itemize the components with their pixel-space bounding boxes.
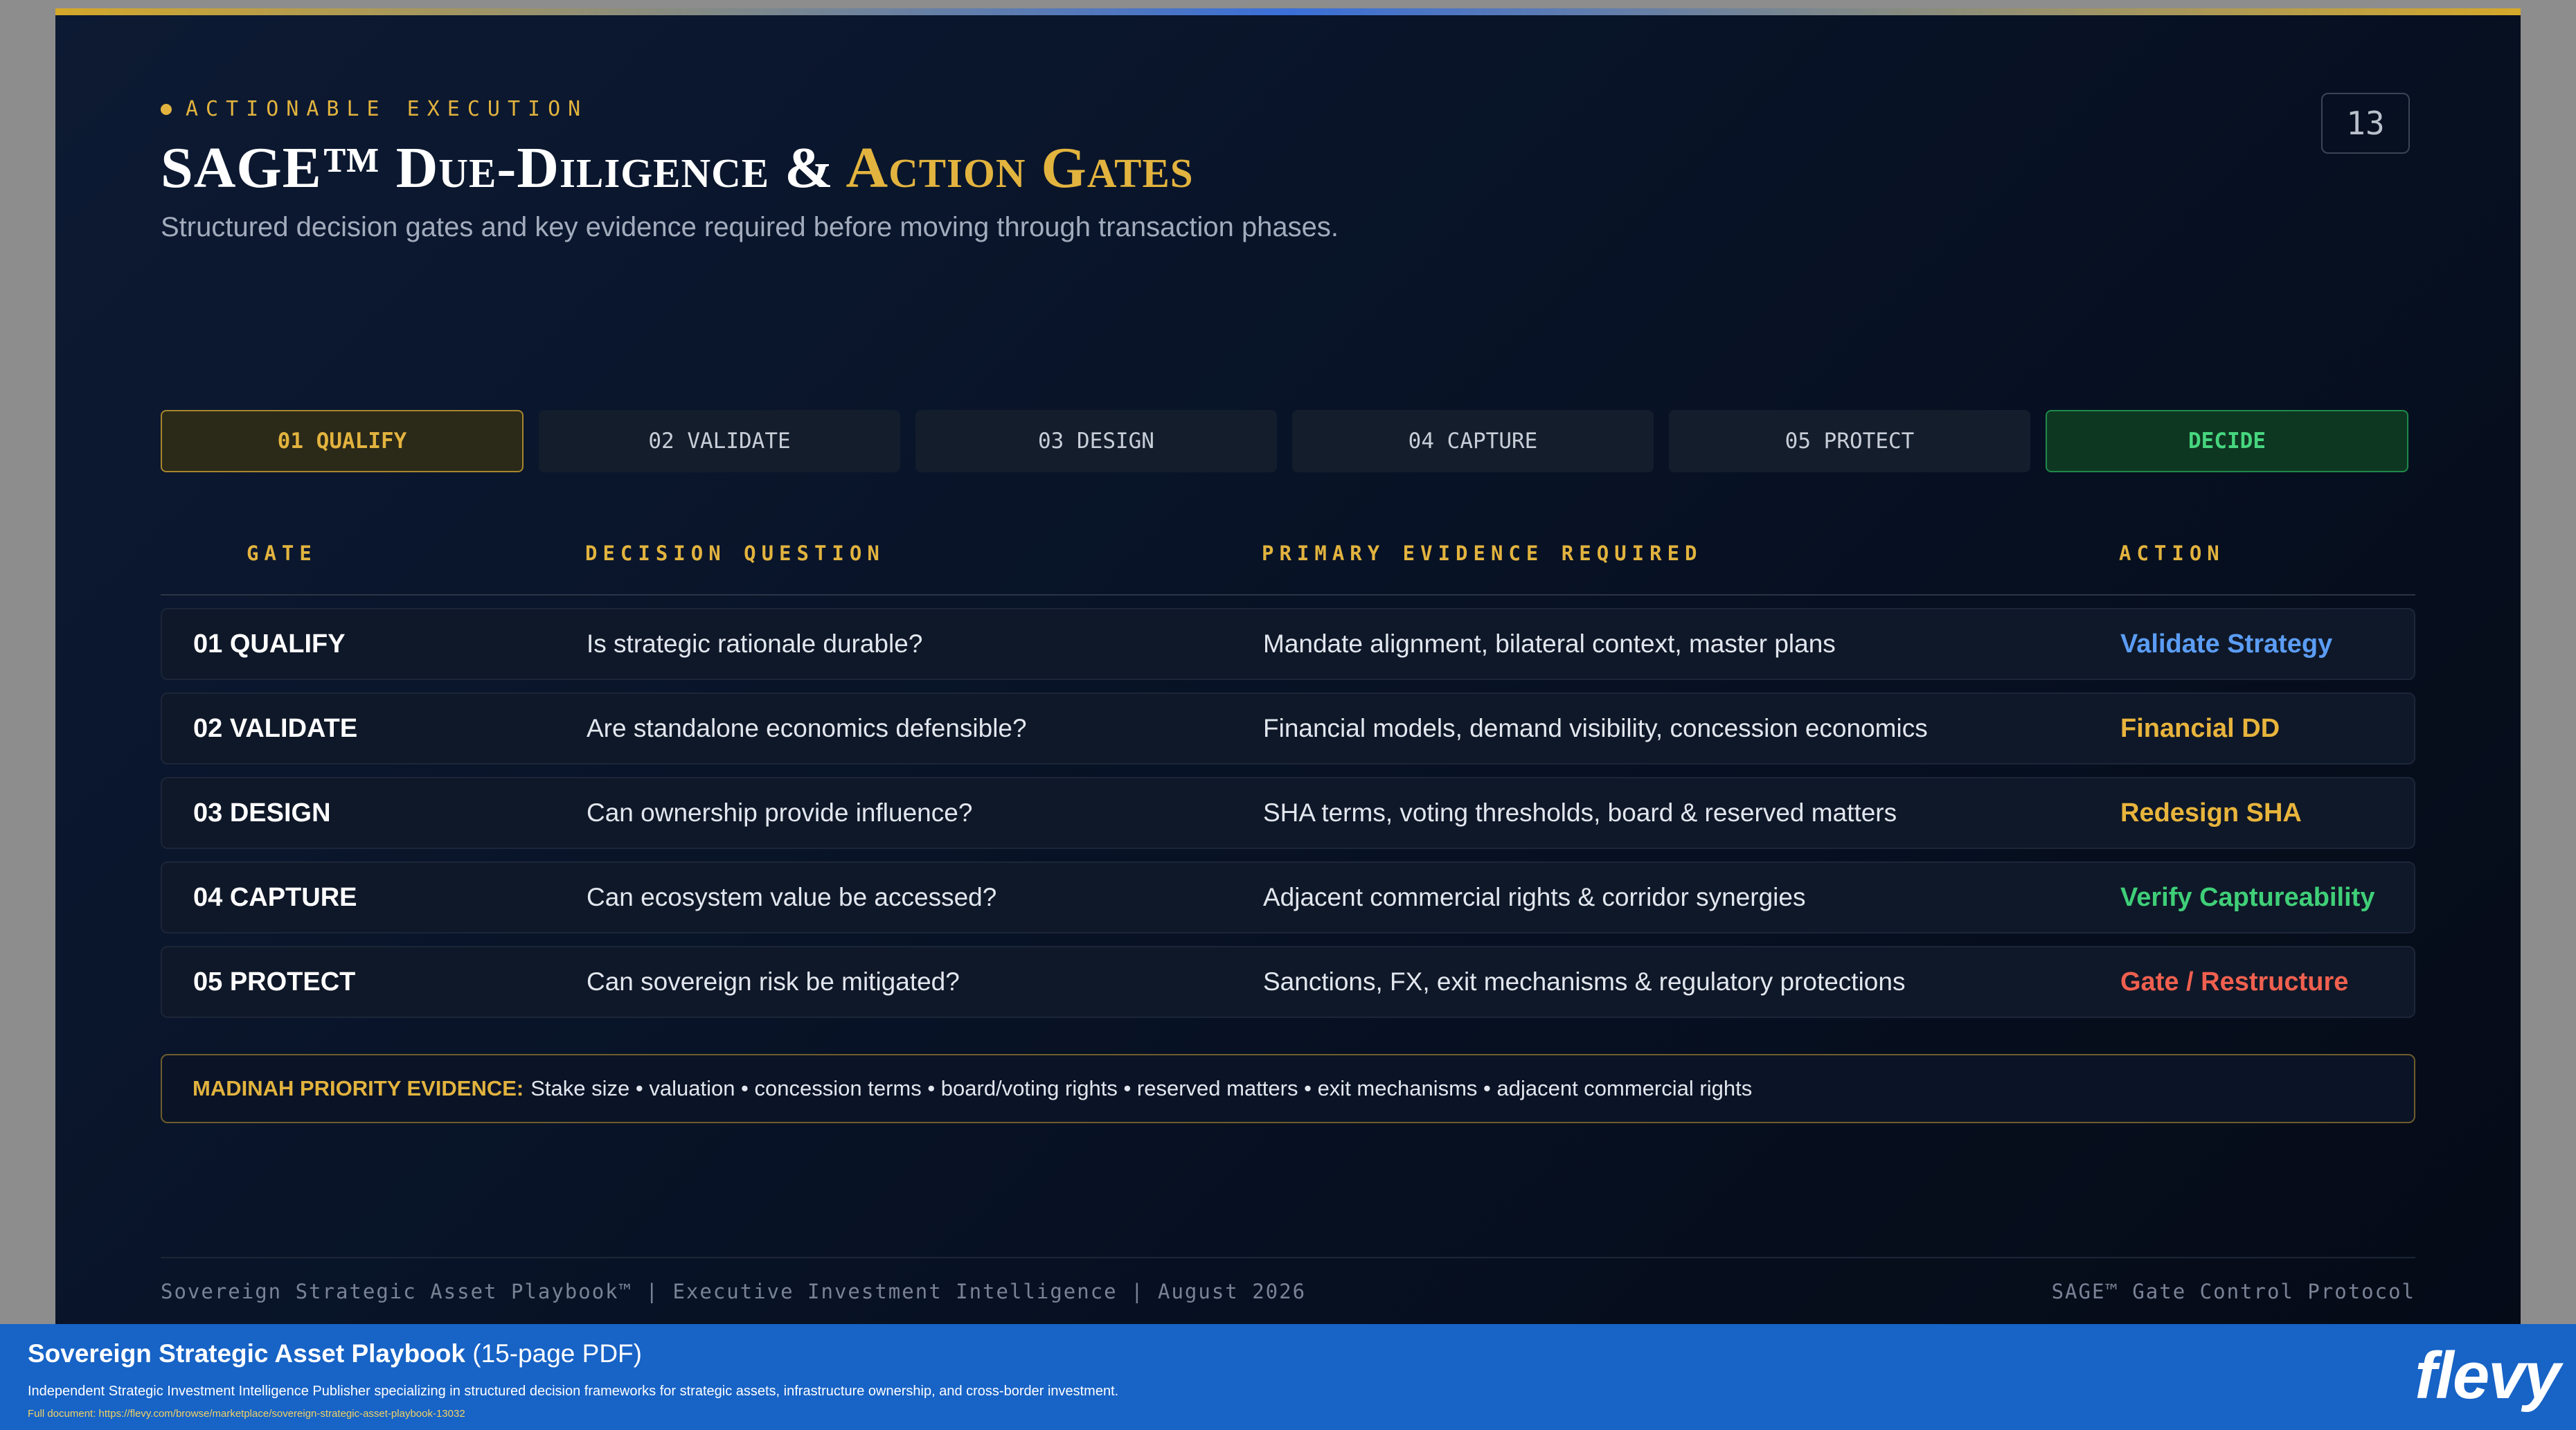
phase-tabs: 01 QUALIFY 02 VALIDATE 03 DESIGN 04 CAPT…: [161, 410, 2408, 472]
tab-protect[interactable]: 05 PROTECT: [1669, 410, 2030, 472]
flevy-logo[interactable]: flevy: [2415, 1338, 2561, 1414]
question-cell: Can sovereign risk be mitigated?: [587, 967, 960, 996]
page-number-badge: 13: [2321, 93, 2410, 154]
gate-cell: 05 PROTECT: [193, 967, 356, 996]
evidence-cell: Mandate alignment, bilateral context, ma…: [1263, 629, 1836, 658]
slide-subtitle: Structured decision gates and key eviden…: [161, 212, 1339, 242]
header-gate: GATE: [247, 542, 317, 565]
action-link[interactable]: Financial DD: [2120, 694, 2280, 763]
tab-design[interactable]: 03 DESIGN: [915, 410, 1277, 472]
banner-title-main: Sovereign Strategic Asset Playbook: [28, 1339, 465, 1368]
header-primary-evidence: PRIMARY EVIDENCE REQUIRED: [1262, 542, 1703, 565]
question-cell: Can ecosystem value be accessed?: [587, 883, 997, 911]
table-header: GATE DECISION QUESTION PRIMARY EVIDENCE …: [161, 542, 2415, 596]
eyebrow-label: ACTIONABLE EXECUTION: [186, 97, 589, 121]
slide: ACTIONABLE EXECUTION SAGE™ Due-Diligence…: [55, 8, 2521, 1324]
table-row: 03 DESIGN Can ownership provide influenc…: [161, 777, 2415, 849]
banner-link[interactable]: Full document: https://flevy.com/browse/…: [28, 1408, 465, 1420]
priority-evidence-text: Stake size • valuation • concession term…: [530, 1076, 1753, 1100]
header-decision-question: DECISION QUESTION: [585, 542, 885, 565]
slide-title: SAGE™ Due-Diligence & Action Gates: [161, 134, 1194, 202]
document-banner: Sovereign Strategic Asset Playbook (15-p…: [0, 1324, 2576, 1430]
tab-qualify[interactable]: 01 QUALIFY: [161, 410, 524, 472]
title-accent: Action Gates: [846, 136, 1194, 200]
banner-title-suffix: (15-page PDF): [465, 1339, 642, 1368]
bullet-dot-icon: [161, 103, 172, 115]
tab-validate[interactable]: 02 VALIDATE: [539, 410, 900, 472]
gate-table: 01 QUALIFY Is strategic rationale durabl…: [161, 608, 2415, 1030]
priority-evidence-box: MADINAH PRIORITY EVIDENCE: Stake size • …: [161, 1054, 2415, 1123]
question-cell: Can ownership provide influence?: [587, 798, 973, 827]
footer-divider: [161, 1257, 2415, 1258]
question-cell: Is strategic rationale durable?: [587, 629, 923, 658]
title-main: SAGE™ Due-Diligence &: [161, 136, 846, 200]
table-row: 05 PROTECT Can sovereign risk be mitigat…: [161, 946, 2415, 1018]
action-link[interactable]: Gate / Restructure: [2120, 947, 2348, 1017]
tab-decide[interactable]: DECIDE: [2046, 410, 2408, 472]
gate-cell: 01 QUALIFY: [193, 629, 346, 659]
footer-right-text: SAGE™ Gate Control Protocol: [2051, 1280, 2415, 1303]
tab-capture[interactable]: 04 CAPTURE: [1292, 410, 1654, 472]
evidence-cell: SHA terms, voting thresholds, board & re…: [1263, 798, 1897, 827]
action-link[interactable]: Validate Strategy: [2120, 609, 2332, 679]
table-row: 02 VALIDATE Are standalone economics def…: [161, 692, 2415, 765]
table-row: 01 QUALIFY Is strategic rationale durabl…: [161, 608, 2415, 680]
action-link[interactable]: Verify Captureability: [2120, 863, 2374, 932]
evidence-cell: Financial models, demand visibility, con…: [1263, 714, 1928, 742]
priority-evidence-label: MADINAH PRIORITY EVIDENCE:: [193, 1076, 524, 1100]
header-action: ACTION: [2119, 542, 2225, 565]
eyebrow: ACTIONABLE EXECUTION: [161, 97, 588, 121]
slide-accent-bar: [55, 8, 2521, 15]
table-row: 04 CAPTURE Can ecosystem value be access…: [161, 861, 2415, 933]
gate-cell: 03 DESIGN: [193, 798, 331, 828]
evidence-cell: Adjacent commercial rights & corridor sy…: [1263, 883, 1806, 911]
banner-title[interactable]: Sovereign Strategic Asset Playbook (15-p…: [28, 1339, 642, 1368]
gate-cell: 04 CAPTURE: [193, 882, 357, 912]
action-link[interactable]: Redesign SHA: [2120, 778, 2302, 848]
gate-cell: 02 VALIDATE: [193, 713, 358, 743]
question-cell: Are standalone economics defensible?: [587, 714, 1027, 742]
evidence-cell: Sanctions, FX, exit mechanisms & regulat…: [1263, 967, 1906, 996]
banner-description: Independent Strategic Investment Intelli…: [28, 1384, 1119, 1399]
footer-left-text: Sovereign Strategic Asset Playbook™ | Ex…: [161, 1280, 1307, 1303]
